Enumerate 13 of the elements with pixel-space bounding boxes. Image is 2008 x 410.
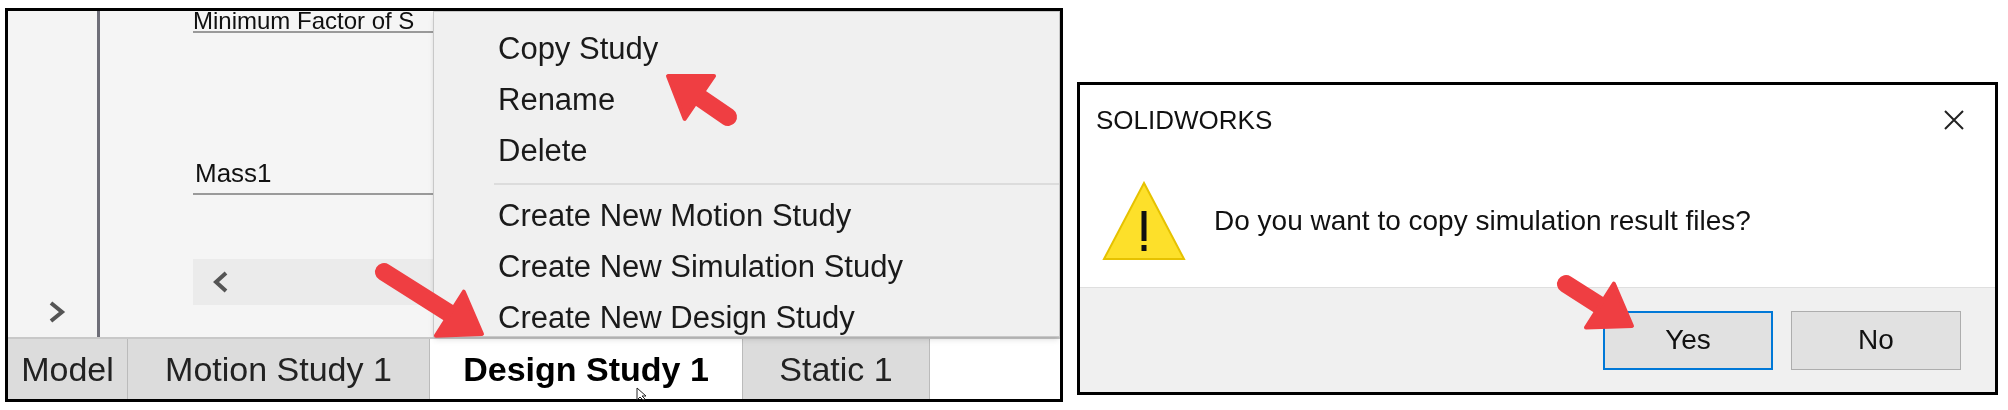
- menu-item[interactable]: Create New Simulation Study: [494, 242, 1059, 293]
- menu-item[interactable]: Rename: [434, 75, 1059, 126]
- study-tab[interactable]: Model: [8, 339, 128, 399]
- warning-icon: [1102, 181, 1186, 261]
- pointer-arrow: [666, 73, 737, 126]
- study-tab[interactable]: Motion Study 1: [128, 339, 430, 399]
- dialog-button[interactable]: Yes: [1603, 310, 1773, 370]
- dialog-message: Do you want to copy simulation result files?: [1214, 204, 1751, 238]
- dialog-button[interactable]: No: [1791, 310, 1961, 370]
- close-icon[interactable]: [1943, 109, 1965, 131]
- dialog-title: SOLIDWORKS: [1096, 103, 1273, 137]
- scroll-left-icon[interactable]: [213, 271, 229, 293]
- study-tab[interactable]: Static 1: [743, 339, 930, 399]
